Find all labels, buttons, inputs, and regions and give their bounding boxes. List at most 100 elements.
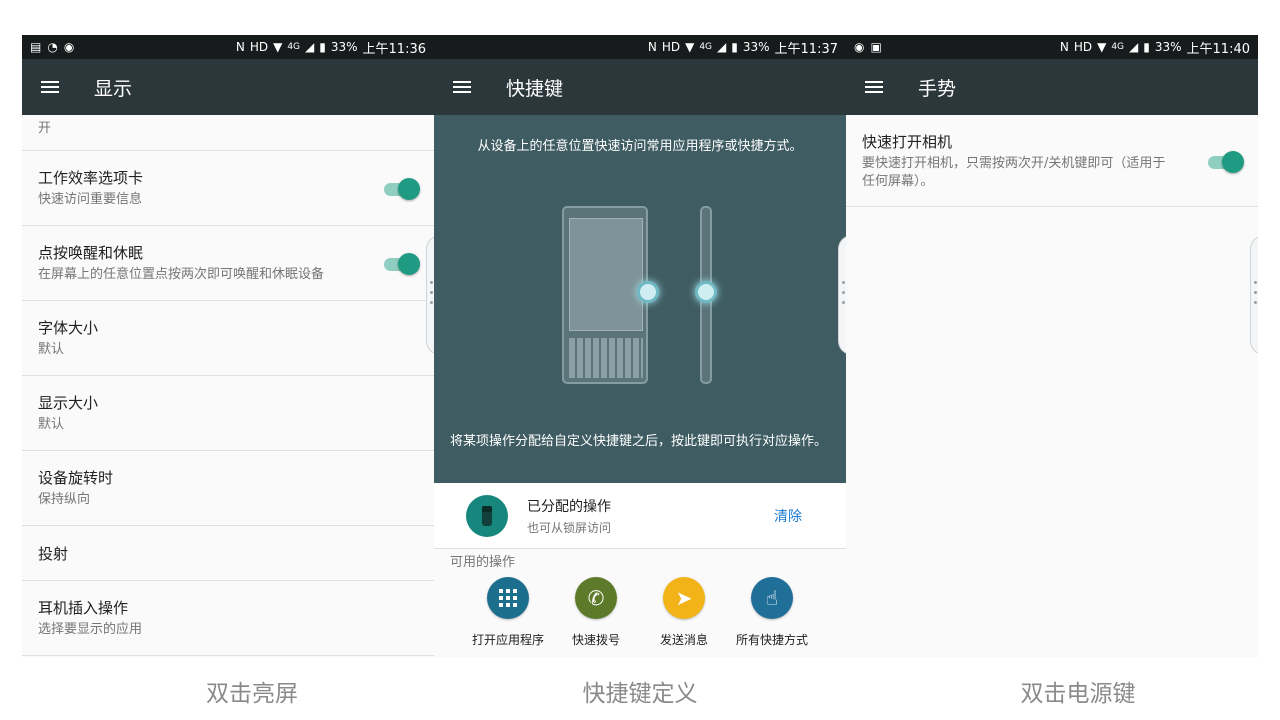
setting-cast[interactable]: 投射 [22,526,434,581]
nfc-icon: N [647,40,657,54]
setting-font-size[interactable]: 字体大小 默认 [22,301,434,376]
battery-icon: ▮ [1143,40,1150,54]
setting-summary: 要快速打开相机，只需按两次开/关机键即可（适用于任何屏幕）。 [862,155,1166,189]
setting-title: 快速打开相机 [862,132,953,151]
battery-icon: ▮ [319,40,326,54]
assigned-subtitle: 也可从锁屏访问 [527,520,612,535]
setting-summary: 在屏幕上的任意位置点按两次即可唤醒和休眠设备 [38,267,325,283]
productivity-tab-handle[interactable] [1250,235,1258,355]
phone-display-settings: ▤ ◔ ◉ N HD ▼ 4G ◢ ▮ 33% 上午11:36 显示 开 工作效… [22,35,434,657]
clock: 上午11:40 [1186,41,1250,57]
action-speed-dial[interactable]: ✆ 快速拨号 [552,577,640,648]
caption-shortcut-definition: 快捷键定义 [582,681,698,707]
menu-icon[interactable] [846,59,902,115]
clear-button[interactable]: 清除 [774,506,802,526]
key-highlight-icon [695,281,717,303]
stage: ▤ ◔ ◉ N HD ▼ 4G ◢ ▮ 33% 上午11:36 显示 开 工作效… [0,0,1280,720]
battery-percent: 33% [742,40,770,54]
action-label: 打开应用程序 [471,633,544,647]
setting-summary: 快速访问重要信息 [38,192,143,208]
settings-list: 开 工作效率选项卡 快速访问重要信息 点按唤醒和休眠 在屏幕上的任意位置点按两次… [22,115,434,657]
app-bar: 显示 [22,59,434,115]
apps-grid-icon [487,577,529,619]
action-label: 所有快捷方式 [735,633,808,647]
page-title: 手势 [918,77,957,100]
setting-rotation[interactable]: 设备旋转时 保持纵向 [22,451,434,526]
setting-summary: 选择要显示的应用 [38,622,143,638]
status-bar: ▤ ◔ ◉ N HD ▼ 4G ◢ ▮ 33% 上午11:36 [22,35,434,59]
key-highlight-icon [637,281,659,303]
message-icon: ▤ [30,40,42,54]
battery-percent: 33% [1154,40,1182,54]
hero-description: 从设备上的任意位置快速访问常用应用程序或快捷方式。 [477,139,803,154]
setting-summary: 保持纵向 [38,492,91,508]
battery-percent: 33% [330,40,358,54]
available-actions: 打开应用程序 ✆ 快速拨号 ➤ 发送消息 ☝ 所有快捷方式 [464,577,816,648]
setting-title: 字体大小 [38,319,99,338]
phone-shortcut-key: N HD ▼ 4G ◢ ▮ 33% 上午11:37 快捷键 从设备上的任意位置快… [434,35,846,657]
setting-tap-to-wake[interactable]: 点按唤醒和休眠 在屏幕上的任意位置点按两次即可唤醒和休眠设备 [22,226,434,301]
wifi-icon: ▼ [273,40,283,54]
setting-productivity-tab[interactable]: 工作效率选项卡 快速访问重要信息 [22,151,434,226]
hd-label: HD [249,40,269,54]
page-title: 显示 [94,77,133,100]
setting-quick-camera[interactable]: 快速打开相机 要快速打开相机，只需按两次开/关机键即可（适用于任何屏幕）。 [846,115,1258,207]
menu-icon[interactable] [434,59,490,115]
clock: 上午11:36 [362,41,426,57]
nfc-icon: N [235,40,245,54]
action-label: 快速拨号 [571,633,620,647]
gesture-list: 快速打开相机 要快速打开相机，只需按两次开/关机键即可（适用于任何屏幕）。 [846,115,1258,657]
app-bar: 手势 [846,59,1258,115]
network-label: 4G [699,42,713,52]
touch-icon: ☝ [751,577,793,619]
network-label: 4G [1111,42,1125,52]
setting-title: 投射 [38,544,69,563]
quick-camera-toggle[interactable] [1206,150,1244,173]
app-icon: ◉ [63,40,75,54]
page-title: 快捷键 [506,77,564,100]
productivity-tab-toggle[interactable] [382,178,420,200]
clock: 上午11:37 [774,41,838,57]
setting-summary: 默认 [38,417,65,433]
wifi-icon: ▼ [685,40,695,54]
network-label: 4G [287,42,301,52]
phone-icon: ✆ [575,577,617,619]
available-actions-label: 可用的操作 [450,555,516,570]
phone-gestures: ◉ ▣ N HD ▼ 4G ◢ ▮ 33% 上午11:40 手势 快速打开相机 [846,35,1258,657]
setting-title: 设备旋转时 [38,469,114,488]
setting-headset-action[interactable]: 耳机插入操作 选择要显示的应用 [22,581,434,656]
setting-title: 点按唤醒和休眠 [38,244,144,263]
status-bar: ◉ ▣ N HD ▼ 4G ◢ ▮ 33% 上午11:40 [846,35,1258,59]
signal-icon: ◢ [1129,40,1139,54]
action-open-app[interactable]: 打开应用程序 [464,577,552,648]
image-icon: ▣ [870,40,882,54]
app-bar: 快捷键 [434,59,846,115]
sync-icon: ◔ [47,40,58,54]
hd-label: HD [661,40,681,54]
action-send-message[interactable]: ➤ 发送消息 [640,577,728,648]
assigned-action-row[interactable]: 已分配的操作 也可从锁屏访问 清除 [434,483,846,549]
signal-icon: ◢ [717,40,727,54]
action-all-shortcuts[interactable]: ☝ 所有快捷方式 [728,577,816,648]
productivity-tab-handle[interactable] [838,235,846,355]
setting-title: 耳机插入操作 [38,599,129,618]
nfc-icon: N [1059,40,1069,54]
signal-icon: ◢ [305,40,315,54]
tap-to-wake-toggle[interactable] [382,253,420,275]
send-icon: ➤ [663,577,705,619]
phone-front-illustration [562,206,648,384]
wifi-icon: ▼ [1097,40,1107,54]
partial-row-text: 开 [22,115,434,151]
setting-display-size[interactable]: 显示大小 默认 [22,376,434,451]
app-icon: ◉ [854,40,865,54]
caption-double-tap-wake: 双击亮屏 [206,681,298,707]
hd-label: HD [1073,40,1093,54]
setting-summary: 默认 [38,342,65,358]
assigned-title: 已分配的操作 [527,498,611,515]
setting-title: 工作效率选项卡 [38,169,144,188]
status-bar: N HD ▼ 4G ◢ ▮ 33% 上午11:37 [434,35,846,59]
productivity-tab-handle[interactable] [426,235,434,355]
flashlight-icon [466,494,508,537]
menu-icon[interactable] [22,59,78,115]
setting-title: 显示大小 [38,394,99,413]
